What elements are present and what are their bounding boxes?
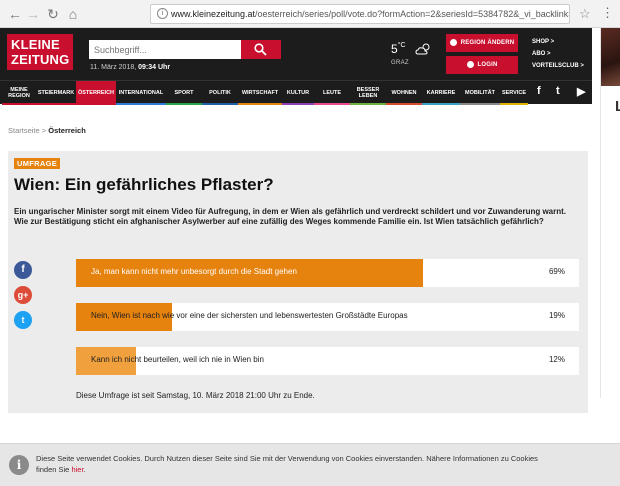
cookie-text: Diese Seite verwendet Cookies. Durch Nut… <box>36 454 538 474</box>
weather-partly-cloudy-icon <box>415 43 430 55</box>
weather-unit: °C <box>397 42 406 49</box>
breadcrumb: Startseite > Österreich <box>8 126 86 135</box>
poll-answer-3: Kann ich nicht beurteilen, weil ich nie … <box>76 347 579 375</box>
ad-image[interactable] <box>601 28 620 86</box>
browser-menu-icon[interactable]: ⋮ <box>601 5 614 21</box>
info-icon[interactable]: i <box>157 8 168 19</box>
poll-title: Wien: Ein gefährliches Pflaster? <box>14 175 274 194</box>
header-date: 11. März 2018, 09:34 Uhr <box>90 64 171 71</box>
nav-item-international[interactable]: INTERNATIONAL <box>116 81 166 105</box>
nav-item-sport[interactable]: SPORT <box>166 81 202 105</box>
logo-line-2: ZEITUNG <box>11 52 70 67</box>
weather-temperature: 5°C <box>391 42 406 56</box>
nav-item-wirtschaft[interactable]: WIRTSCHAFT <box>238 81 282 105</box>
abo-link[interactable]: ABO > <box>532 48 584 60</box>
shop-link[interactable]: SHOP > <box>532 36 584 48</box>
poll-answer-2: Nein, Wien ist nach wie vor eine der sic… <box>76 303 579 331</box>
poll-answer-2-text: Nein, Wien ist nach wie vor eine der sic… <box>91 311 408 320</box>
search-icon <box>254 43 267 56</box>
poll-tag: UMFRAGE <box>14 158 61 169</box>
youtube-icon[interactable]: ▶ <box>577 85 585 98</box>
home-icon[interactable]: ⌂ <box>64 5 82 23</box>
nav-item-oesterreich[interactable]: ÖSTERREICH <box>76 81 116 105</box>
nav-item-steiermark[interactable]: STEIERMARK <box>36 81 76 105</box>
back-icon[interactable]: ← <box>6 5 24 23</box>
location-icon <box>449 38 457 46</box>
header-side-links: SHOP > ABO > VORTEILSCLUB > <box>532 36 584 72</box>
poll-closed-note: Diese Umfrage ist seit Samstag, 10. März… <box>76 391 315 400</box>
poll-answer-3-percent: 12% <box>548 355 565 364</box>
poll-answer-1-percent: 69% <box>548 267 565 276</box>
address-bar[interactable]: i www.kleinezeitung.at/oesterreich/serie… <box>150 4 570 24</box>
poll-answer-1-text: Ja, man kann nicht mehr unbesorgt durch … <box>91 267 297 276</box>
bookmark-star-icon[interactable]: ☆ <box>579 6 591 22</box>
breadcrumb-home[interactable]: Startseite <box>8 126 40 135</box>
region-change-button[interactable]: REGION ÄNDERN <box>446 34 518 52</box>
facebook-icon[interactable]: f <box>537 85 541 97</box>
nav-item-politik[interactable]: POLITIK <box>202 81 238 105</box>
forward-icon[interactable]: → <box>24 5 42 23</box>
google-plus-share-icon[interactable]: g+ <box>14 286 32 304</box>
nav-item-wohnen[interactable]: WOHNEN <box>386 81 422 105</box>
weather-city: GRAZ <box>391 60 409 66</box>
ad-strip: L <box>600 28 620 398</box>
site-header: KLEINE ZEITUNG 11. März 2018, 09:34 Uhr … <box>0 28 592 80</box>
poll-answer-2-percent: 19% <box>548 311 565 320</box>
cookie-banner: i Diese Seite verwendet Cookies. Durch N… <box>0 443 620 486</box>
poll-description: Ein ungarischer Minister sorgt mit einem… <box>14 207 567 226</box>
header-time: 09:34 Uhr <box>138 64 171 71</box>
poll-answer-1: Ja, man kann nicht mehr unbesorgt durch … <box>76 259 579 287</box>
info-icon: i <box>9 455 29 475</box>
poll-answer-3-text: Kann ich nicht beurteilen, weil ich nie … <box>91 355 264 364</box>
nav-item-karriere[interactable]: KARRIERE <box>422 81 460 105</box>
url-host: www.kleinezeitung.at <box>171 9 256 19</box>
breadcrumb-current: Österreich <box>48 126 86 135</box>
reload-icon[interactable]: ↻ <box>44 5 62 23</box>
search-button[interactable] <box>241 40 281 59</box>
facebook-share-icon[interactable]: f <box>14 261 32 279</box>
nav-item-meine-region[interactable]: MEINE REGION <box>2 81 36 105</box>
vorteilsclub-link[interactable]: VORTEILSCLUB > <box>532 60 584 72</box>
logo-line-1: KLEINE <box>11 37 60 52</box>
url-path: /oesterreich/series/poll/vote.do?formAct… <box>255 9 570 19</box>
search-input[interactable] <box>89 40 241 59</box>
cookie-info-link[interactable]: hier <box>71 465 83 474</box>
nav-item-service[interactable]: SERVICE <box>500 81 528 105</box>
twitter-share-icon[interactable]: t <box>14 311 32 329</box>
nav-item-mobilitaet[interactable]: MOBILITÄT <box>460 81 500 105</box>
nav-item-leute[interactable]: LEUTE <box>314 81 350 105</box>
login-button[interactable]: LOGIN <box>446 56 518 74</box>
user-icon <box>466 60 474 68</box>
browser-toolbar: ← → ↻ ⌂ i www.kleinezeitung.at/oesterrei… <box>0 0 620 28</box>
nav-item-kultur[interactable]: KULTUR <box>282 81 314 105</box>
twitter-icon[interactable]: t <box>556 85 560 97</box>
breadcrumb-separator: > <box>41 126 47 135</box>
poll-box: UMFRAGE Wien: Ein gefährliches Pflaster?… <box>8 151 588 413</box>
main-navigation: MEINE REGION STEIERMARK ÖSTERREICH INTER… <box>0 80 592 105</box>
site-logo[interactable]: KLEINE ZEITUNG <box>7 34 73 70</box>
ad-text: L <box>615 98 620 115</box>
nav-item-besser-leben[interactable]: BESSER LEBEN <box>350 81 386 105</box>
